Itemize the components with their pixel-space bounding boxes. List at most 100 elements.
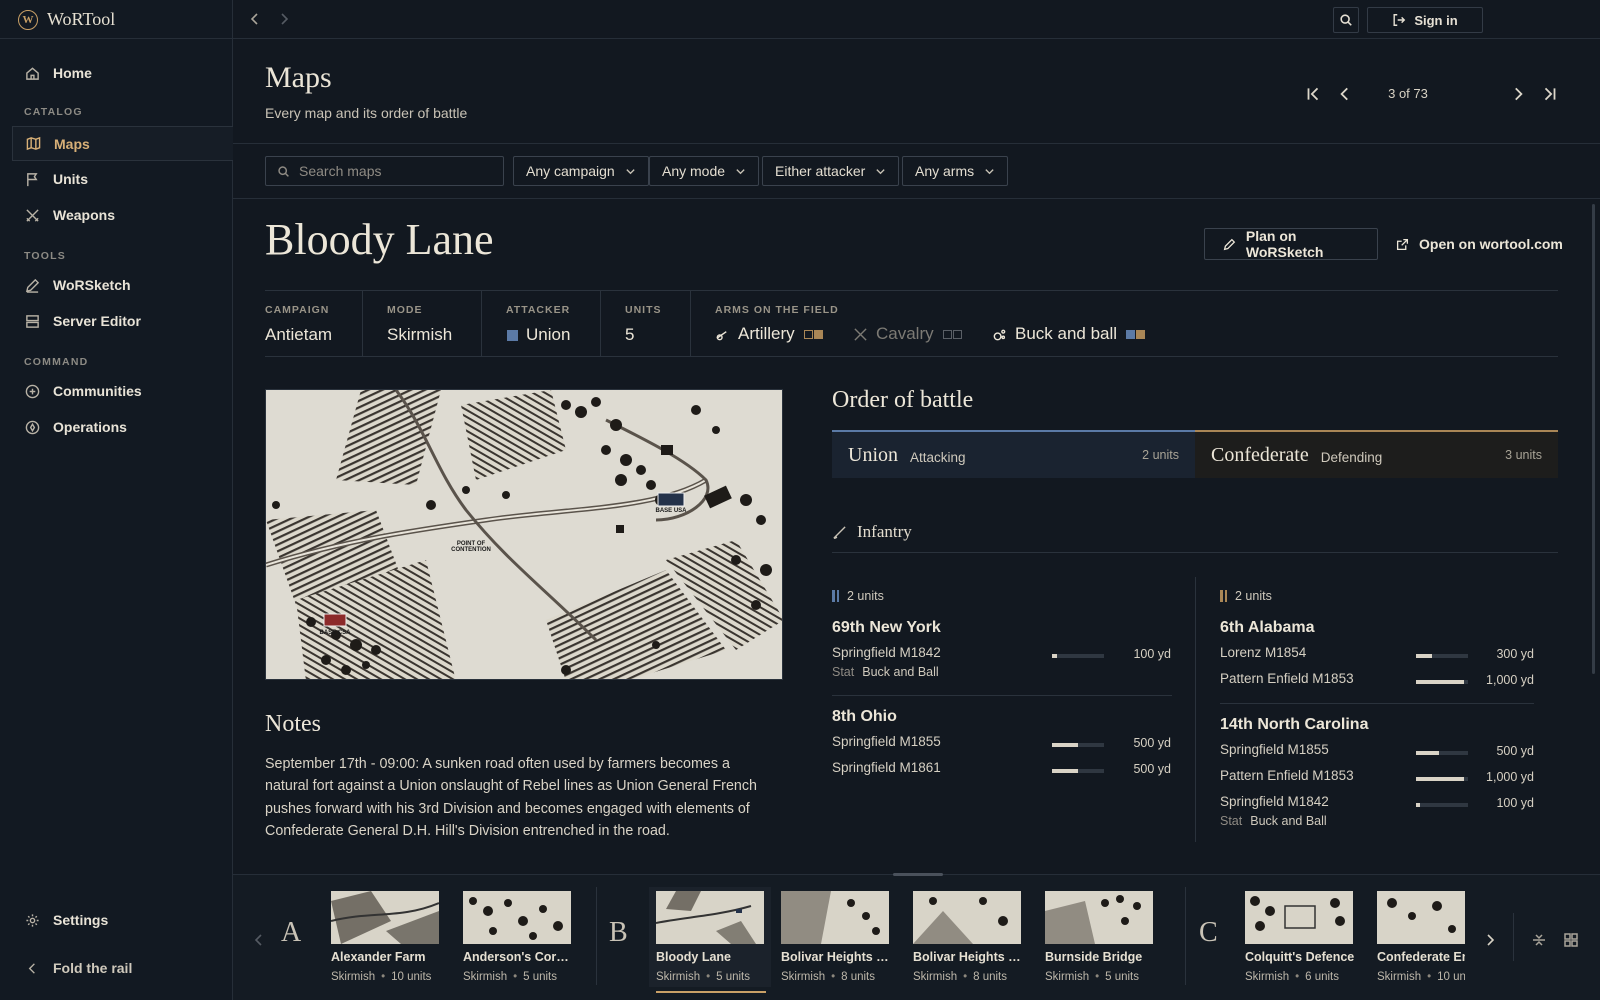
main-scrollbar[interactable]: [1592, 204, 1595, 674]
search-icon: [1340, 14, 1352, 26]
chevron-down-icon: [736, 168, 745, 174]
arm-cavalry: Cavalry: [853, 324, 962, 344]
range-bar: [1416, 680, 1468, 684]
mode-filter[interactable]: Any mode: [649, 156, 760, 186]
stat-value: Antietam: [265, 325, 333, 344]
sidebar-item-worsketch[interactable]: WoRSketch: [12, 268, 233, 302]
chevron-down-icon: [876, 168, 885, 174]
sidebar-item-label: Maps: [54, 135, 90, 152]
sidebar-item-weapons[interactable]: Weapons: [12, 198, 233, 232]
weapon-name: Pattern Enfield M1853: [1220, 768, 1354, 783]
unit-name[interactable]: 6th Alabama: [1220, 619, 1315, 637]
letter-heading: C: [1199, 917, 1218, 948]
first-page-icon[interactable]: [1304, 85, 1322, 103]
section-command: COMMAND: [24, 356, 89, 368]
card-title: Colquitt's Defence: [1245, 950, 1355, 964]
chevron-down-icon: [626, 168, 635, 174]
card-meta: Skirmish • 8 units: [913, 971, 1008, 983]
last-page-icon[interactable]: [1541, 85, 1559, 103]
sidebar-item-label: Settings: [53, 912, 109, 928]
sidebar-item-server-editor[interactable]: Server Editor: [12, 304, 233, 338]
side-name: Union: [848, 443, 898, 466]
strip-prev-icon[interactable]: [251, 932, 267, 948]
attacker-filter-value: Either attacker: [775, 163, 866, 179]
prev-page-icon[interactable]: [1336, 85, 1354, 103]
sidebar-item-communities[interactable]: Communities: [12, 374, 233, 408]
arm-side-markers: [803, 324, 823, 344]
next-page-icon[interactable]: [1509, 85, 1527, 103]
weapon-name: Springfield M1842: [832, 645, 941, 660]
map-card-selected[interactable]: Bloody Lane Skirmish • 5 units: [649, 887, 771, 987]
weapon-name: Springfield M1842: [1220, 794, 1329, 809]
unit-name[interactable]: 14th North Carolina: [1220, 716, 1368, 734]
map-image[interactable]: BASE USA POINT OF CONTENTION BASE CSA: [265, 389, 783, 680]
unit-name[interactable]: 8th Ohio: [832, 708, 897, 726]
range-bar: [1416, 777, 1468, 781]
side-tab-confederate[interactable]: Confederate Defending 3 units: [1195, 430, 1558, 478]
sidebar-item-label: Weapons: [53, 207, 115, 223]
card-title: Confederate Encampment: [1377, 950, 1465, 964]
map-card[interactable]: Burnside Bridge Skirmish • 5 units: [1039, 887, 1153, 987]
side-count: 3 units: [1505, 448, 1542, 462]
stat-arms: ARMS ON THE FIELD Artillery Cavalry Buck…: [715, 291, 1215, 356]
sidebar-item-maps[interactable]: Maps: [12, 126, 233, 161]
card-title: Alexander Farm: [331, 950, 426, 964]
plan-on-worsketch-button[interactable]: Plan on WoRSketch: [1204, 228, 1378, 260]
resize-handle[interactable]: [893, 873, 943, 876]
stat-label: ARMS ON THE FIELD: [715, 304, 839, 316]
grid-view-icon[interactable]: [1563, 932, 1579, 948]
stat-tag-label: Stat: [832, 665, 855, 679]
map-title: Bloody Lane: [265, 215, 494, 264]
map-icon: [26, 136, 41, 151]
sidebar-item-home[interactable]: Home: [12, 56, 233, 90]
map-card[interactable]: Alexander Farm Skirmish • 10 units: [325, 887, 439, 987]
search-field[interactable]: [265, 156, 504, 186]
fold-rail-button[interactable]: Fold the rail: [12, 951, 233, 985]
card-title: Bloody Lane: [656, 950, 732, 964]
sidebar-item-units[interactable]: Units: [12, 162, 233, 196]
sidebar-item-settings[interactable]: Settings: [12, 903, 233, 937]
card-mode: Skirmish: [1045, 971, 1090, 983]
weapon-name: Springfield M1855: [832, 734, 941, 749]
search-input[interactable]: [299, 163, 489, 179]
forward-arrow-icon[interactable]: [276, 11, 292, 27]
side-tab-union[interactable]: Union Attacking 2 units: [832, 430, 1195, 478]
app-name: WoRTool: [47, 9, 116, 29]
open-on-wortool-button[interactable]: Open on wortool.com: [1396, 228, 1563, 260]
weapon-name: Springfield M1861: [832, 760, 941, 775]
unit-name[interactable]: 69th New York: [832, 619, 941, 637]
range-value: 500 yd: [1496, 744, 1534, 758]
strip-next-icon[interactable]: [1482, 932, 1498, 948]
weapon-name: Lorenz M1854: [1220, 645, 1307, 660]
range-value: 300 yd: [1496, 647, 1534, 661]
map-card[interactable]: Anderson's Cornfield Skirmish•5 units: [457, 887, 573, 987]
attacker-filter[interactable]: Either attacker: [762, 156, 900, 186]
map-card[interactable]: Bolivar Heights Camp Skirmish•8 units: [775, 887, 891, 987]
shield-icon: [25, 384, 40, 398]
page-header: Maps Every map and its order of battle 3…: [233, 39, 1600, 144]
card-units: 10 units: [391, 971, 432, 983]
range-value: 1,000 yd: [1486, 673, 1534, 687]
search-button[interactable]: [1333, 7, 1359, 33]
brand[interactable]: W WoRTool: [18, 9, 115, 30]
map-card[interactable]: Confederate Encampment Skirmish•10 units: [1371, 887, 1465, 987]
collapse-strip-icon[interactable]: [1531, 932, 1547, 948]
card-title: Burnside Bridge: [1045, 950, 1143, 964]
map-card[interactable]: Colquitt's Defence Skirmish • 6 units: [1239, 887, 1354, 987]
weapon-name: Pattern Enfield M1853: [1220, 671, 1354, 686]
map-card[interactable]: Bolivar Heights Redoubt Skirmish•8 units: [907, 887, 1023, 987]
notes-text: September 17th - 09:00: A sunken road of…: [265, 756, 757, 839]
card-meta: Skirmish • 5 units: [1045, 971, 1140, 983]
arms-filter[interactable]: Any arms: [902, 156, 1009, 186]
card-units: 8 units: [973, 971, 1008, 983]
campaign-filter[interactable]: Any campaign: [513, 156, 649, 186]
range-value: 1,000 yd: [1486, 770, 1534, 784]
sign-in-icon: [1393, 14, 1406, 26]
stat-value: 5: [625, 325, 635, 344]
card-mode: Skirmish: [781, 971, 826, 983]
map-thumbnail: [1377, 891, 1465, 944]
sidebar-item-operations[interactable]: Operations: [12, 410, 233, 444]
arm-name: Artillery: [738, 324, 795, 343]
back-arrow-icon[interactable]: [247, 11, 263, 27]
sign-in-button[interactable]: Sign in: [1367, 7, 1483, 33]
